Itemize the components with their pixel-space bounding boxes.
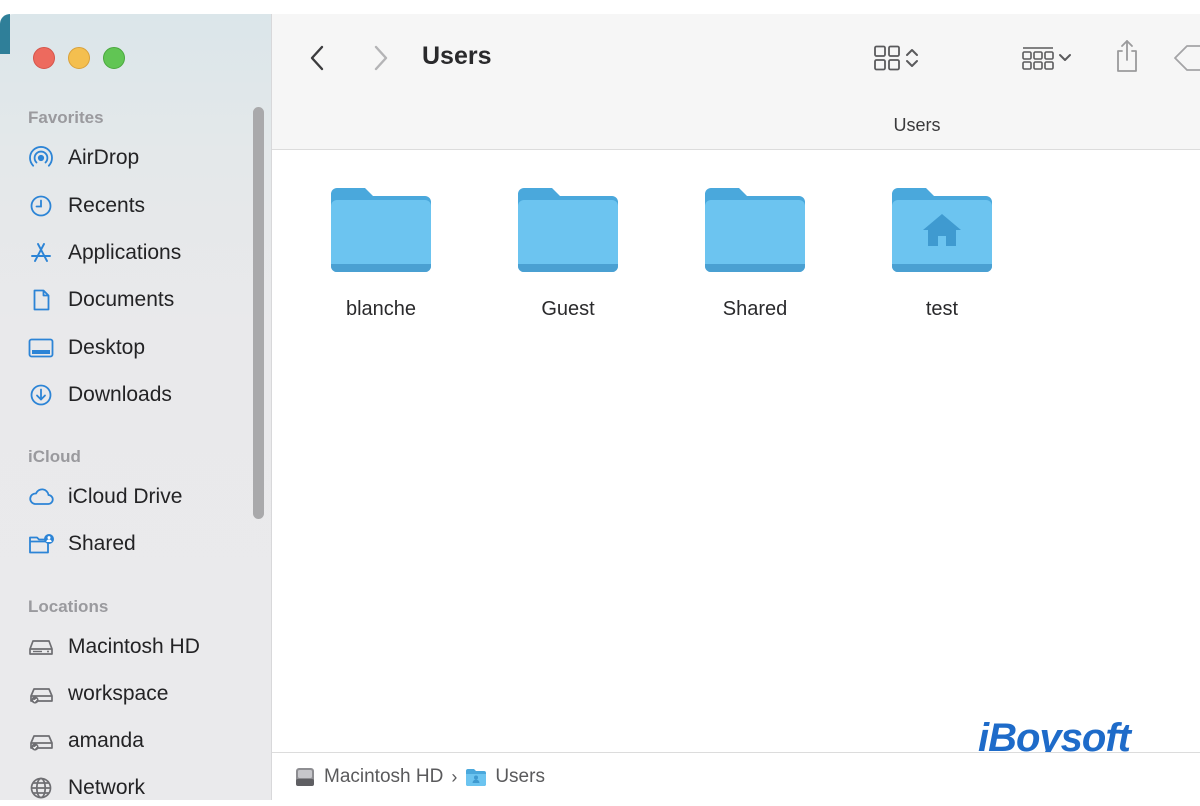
forward-button[interactable] xyxy=(362,40,398,76)
sidebar-item-downloads[interactable]: Downloads xyxy=(26,377,246,413)
network-drive-icon xyxy=(26,726,56,756)
sidebar-item-desktop[interactable]: Desktop xyxy=(26,330,246,366)
sidebar-item-label: Downloads xyxy=(68,383,172,406)
folder-item-shared[interactable]: Shared xyxy=(690,184,820,321)
sidebar-item-label: iCloud Drive xyxy=(68,485,183,508)
folder-item-guest[interactable]: Guest xyxy=(503,184,633,321)
clock-icon xyxy=(26,191,56,221)
path-item-macintosh-hd[interactable]: Macintosh HD xyxy=(294,766,443,788)
sidebar-item-label: Shared xyxy=(68,532,136,555)
sidebar-item-label: Macintosh HD xyxy=(68,635,200,658)
path-item-label: Users xyxy=(495,766,545,787)
main-content: Users Users blanche Guest Shared test iB… xyxy=(272,14,1200,801)
network-drive-icon xyxy=(26,679,56,709)
finder-window: Favorites AirDrop Recents Applications D… xyxy=(0,14,1200,801)
sidebar-item-amanda[interactable]: amanda xyxy=(26,723,246,759)
group-icon xyxy=(1022,47,1054,70)
folder-label: Shared xyxy=(722,298,788,320)
path-title: Users xyxy=(893,115,941,135)
hard-drive-icon xyxy=(26,632,56,662)
sidebar-item-label: Desktop xyxy=(68,336,146,359)
folder-label: test xyxy=(925,298,959,320)
hard-drive-icon xyxy=(294,766,316,788)
desktop-icon xyxy=(26,333,56,363)
sidebar-item-shared[interactable]: Shared xyxy=(26,526,246,562)
window-title: Users xyxy=(422,42,492,70)
zoom-button[interactable] xyxy=(103,47,125,69)
section-title-icloud: iCloud xyxy=(28,447,81,466)
applications-icon xyxy=(26,238,56,268)
view-mode-button[interactable] xyxy=(866,42,928,74)
path-item-label: Macintosh HD xyxy=(324,766,444,787)
folder-label: Guest xyxy=(541,298,595,320)
folder-icon xyxy=(331,188,431,272)
sidebar-item-documents[interactable]: Documents xyxy=(26,282,246,318)
folder-icon xyxy=(518,188,618,272)
chevron-left-icon xyxy=(310,45,324,71)
chevron-right-icon xyxy=(374,45,388,71)
document-icon xyxy=(26,285,56,315)
chevron-right-icon: › xyxy=(451,766,458,787)
sidebar-item-label: AirDrop xyxy=(68,146,140,169)
airdrop-icon xyxy=(26,143,56,173)
folder-label: blanche xyxy=(345,298,417,320)
sidebar-item-network[interactable]: Network xyxy=(26,770,246,806)
folder-item-blanche[interactable]: blanche xyxy=(316,184,446,321)
sidebar-item-applications[interactable]: Applications xyxy=(26,235,246,271)
minimize-button[interactable] xyxy=(68,47,90,69)
sidebar: Favorites AirDrop Recents Applications D… xyxy=(0,14,272,800)
group-button[interactable] xyxy=(1014,42,1080,74)
sidebar-item-label: workspace xyxy=(68,682,169,705)
sidebar-item-label: Applications xyxy=(68,241,182,264)
sidebar-item-label: Network xyxy=(68,776,146,799)
window-corner-accent xyxy=(0,14,10,54)
folder-icon xyxy=(705,188,805,272)
path-bar: Macintosh HD › Users xyxy=(272,752,1200,801)
back-button[interactable] xyxy=(300,40,336,76)
sidebar-scrollbar[interactable] xyxy=(253,107,264,519)
download-icon xyxy=(26,380,56,410)
section-title-locations: Locations xyxy=(28,597,109,616)
sidebar-item-macintosh-hd[interactable]: Macintosh HD xyxy=(26,629,246,665)
home-folder-icon xyxy=(892,188,992,272)
sidebar-item-workspace[interactable]: workspace xyxy=(26,676,246,712)
sidebar-item-label: Recents xyxy=(68,194,146,217)
sidebar-item-icloud-drive[interactable]: iCloud Drive xyxy=(26,479,246,515)
sidebar-item-label: amanda xyxy=(68,729,144,752)
users-folder-icon xyxy=(465,766,487,788)
globe-icon xyxy=(26,773,56,803)
icon-view-icon xyxy=(874,45,900,71)
sidebar-item-airdrop[interactable]: AirDrop xyxy=(26,140,246,176)
folder-item-test[interactable]: test xyxy=(877,184,1007,321)
sidebar-item-label: Documents xyxy=(68,288,175,311)
chevron-down-icon xyxy=(1059,54,1071,61)
toolbar: Users Users xyxy=(272,14,1200,150)
share-icon xyxy=(1117,40,1137,72)
tag-icon xyxy=(1174,45,1200,71)
tag-button[interactable] xyxy=(1172,40,1200,76)
cloud-icon xyxy=(26,482,56,512)
share-button[interactable] xyxy=(1110,36,1144,76)
sidebar-item-recents[interactable]: Recents xyxy=(26,188,246,224)
close-button[interactable] xyxy=(33,47,55,69)
section-title-favorites: Favorites xyxy=(28,108,104,127)
shared-folder-icon xyxy=(26,529,56,559)
chevron-up-down-icon xyxy=(906,49,918,67)
screen-top-strip xyxy=(0,0,1200,14)
path-item-users[interactable]: Users xyxy=(465,766,545,788)
